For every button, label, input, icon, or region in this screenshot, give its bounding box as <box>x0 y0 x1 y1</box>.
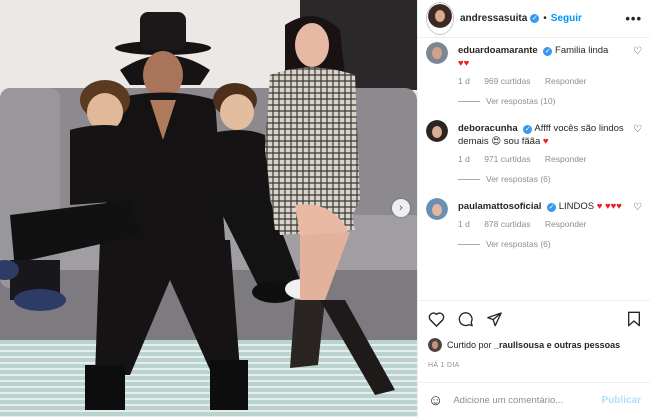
comment-emoji-hearts: ♥ <box>542 136 549 147</box>
view-replies-button[interactable]: Ver respostas (6) <box>458 239 633 249</box>
verified-icon: ✓ <box>530 14 540 23</box>
comment-text-line: eduardoamarante ✓ Familia linda ♥♥ <box>458 44 633 70</box>
comment-emoji-hearts: ♥♥ <box>458 58 470 69</box>
comments-list: eduardoamarante ✓ Familia linda ♥♥ 1 d 9… <box>418 38 650 300</box>
comment-item: paulamattosoficial ✓ LINDOS ♥ ♥♥♥ 1 d 87… <box>426 198 642 259</box>
comment-time[interactable]: 1 d <box>458 154 470 164</box>
comment-icon[interactable] <box>457 311 474 327</box>
commenter-avatar[interactable] <box>426 42 448 64</box>
emoji-icon[interactable]: ☺ <box>428 392 443 409</box>
comment-meta: 1 d 971 curtidas Responder <box>458 154 633 164</box>
post-side-panel: andressasuita ✓ • Seguir ••• eduardoamar… <box>417 0 650 417</box>
comment-username[interactable]: deboracunha <box>458 123 518 134</box>
verified-icon: ✓ <box>523 125 533 134</box>
heart-icon[interactable] <box>428 311 445 327</box>
comment-input[interactable] <box>453 394 594 406</box>
heart-icon[interactable]: ♡ <box>633 46 642 57</box>
family-photo-image <box>0 0 417 417</box>
view-replies-label: Ver respostas (6) <box>486 239 551 249</box>
liked-by-user[interactable]: _raullsousa <box>494 340 544 350</box>
comment-item: eduardoamarante ✓ Familia linda ♥♥ 1 d 9… <box>426 42 642 116</box>
author-avatar-ring[interactable] <box>426 2 454 35</box>
liker-avatar <box>428 338 442 352</box>
view-replies-button[interactable]: Ver respostas (10) <box>458 96 633 106</box>
commenter-avatar[interactable] <box>426 120 448 142</box>
verified-icon: ✓ <box>547 203 557 212</box>
comment-body: eduardoamarante ✓ Familia linda ♥♥ 1 d 9… <box>458 44 633 116</box>
comment-time[interactable]: 1 d <box>458 76 470 86</box>
comment-likes[interactable]: 971 curtidas <box>484 154 530 164</box>
heart-icon[interactable]: ♡ <box>633 202 642 213</box>
author-avatar <box>428 4 452 28</box>
replies-divider <box>458 100 480 102</box>
comment-time[interactable]: 1 d <box>458 219 470 229</box>
post-header: andressasuita ✓ • Seguir ••• <box>418 0 650 38</box>
comment-text-line: paulamattosoficial ✓ LINDOS ♥ ♥♥♥ <box>458 200 633 213</box>
more-icon[interactable]: ••• <box>625 11 642 26</box>
comment-text-line: deboracunha ✓ Affff vocês são lindos dem… <box>458 122 633 148</box>
replies-divider <box>458 243 480 245</box>
post-photo[interactable]: › <box>0 0 417 417</box>
share-icon[interactable] <box>486 311 503 327</box>
comment-meta: 1 d 969 curtidas Responder <box>458 76 633 86</box>
author-username[interactable]: andressasuita <box>460 13 527 24</box>
liked-by-prefix: Curtido por <box>447 340 492 350</box>
chevron-right-icon: › <box>399 202 403 214</box>
separator-dot: • <box>543 13 547 24</box>
view-replies-label: Ver respostas (6) <box>486 174 551 184</box>
reply-button[interactable]: Responder <box>545 219 587 229</box>
replies-divider <box>458 178 480 180</box>
follow-button[interactable]: Seguir <box>551 13 582 24</box>
comment-text: Familia linda <box>555 45 609 56</box>
commenter-avatar[interactable] <box>426 198 448 220</box>
view-replies-label: Ver respostas (10) <box>486 96 556 106</box>
action-bar <box>418 300 650 336</box>
next-photo-button[interactable]: › <box>392 199 410 217</box>
comment-item: deboracunha ✓ Affff vocês são lindos dem… <box>426 120 642 194</box>
comment-meta: 1 d 878 curtidas Responder <box>458 219 633 229</box>
liked-by-suffix[interactable]: e outras pessoas <box>547 340 621 350</box>
comment-body: deboracunha ✓ Affff vocês são lindos dem… <box>458 122 633 194</box>
comment-text: LINDOS <box>558 201 595 212</box>
comment-body: paulamattosoficial ✓ LINDOS ♥ ♥♥♥ 1 d 87… <box>458 200 633 259</box>
comment-likes[interactable]: 969 curtidas <box>484 76 530 86</box>
bookmark-icon[interactable] <box>627 311 641 327</box>
view-replies-button[interactable]: Ver respostas (6) <box>458 174 633 184</box>
comment-username[interactable]: eduardoamarante <box>458 45 538 56</box>
publish-button[interactable]: Publicar <box>602 395 641 406</box>
comment-likes[interactable]: 878 curtidas <box>484 219 530 229</box>
verified-icon: ✓ <box>543 47 553 56</box>
reply-button[interactable]: Responder <box>545 154 587 164</box>
heart-icon[interactable]: ♡ <box>633 124 642 135</box>
reply-button[interactable]: Responder <box>545 76 587 86</box>
post-date[interactable]: HÁ 1 DIA <box>428 362 460 369</box>
comment-username[interactable]: paulamattosoficial <box>458 201 541 212</box>
comment-emoji-hearts: ♥ ♥♥♥ <box>596 201 622 212</box>
liked-by[interactable]: Curtido por _raullsousa e outras pessoas <box>428 338 620 352</box>
add-comment-bar: ☺ Publicar <box>418 382 650 417</box>
